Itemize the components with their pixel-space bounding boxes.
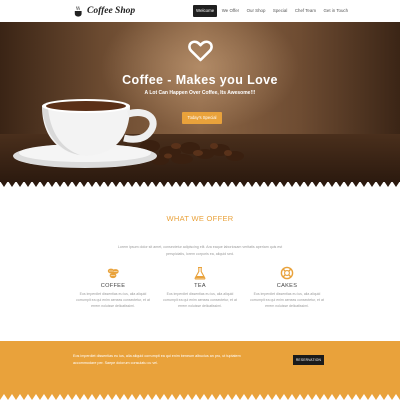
reservation-band-text: Eos imperdiet dissentias eu ius, alia al…	[73, 354, 241, 365]
feature-text-tea: Eos imperdiet dissentias eu ius, alia al…	[163, 292, 237, 308]
band-zigzag-divider	[0, 394, 400, 400]
navbar: Coffee Shop Welcome We Offer Our Shop Sp…	[0, 0, 400, 22]
flask-icon	[194, 266, 206, 280]
reservation-band: Eos imperdiet dissentias eu ius, alia al…	[0, 341, 400, 400]
nav-item-special[interactable]: Special	[270, 5, 290, 17]
feature-text-cakes: Eos imperdiet dissentias eu ius, alia al…	[250, 292, 324, 308]
feature-coffee: COFFEE Eos imperdiet dissentias eu ius, …	[75, 266, 151, 309]
feature-text-coffee: Eos imperdiet dissentias eu ius, alia al…	[76, 292, 150, 308]
coffee-cup-icon	[74, 5, 82, 17]
nav-item-get-in-touch[interactable]: Get in Touch	[320, 5, 351, 17]
offer-section-title: WHAT WE OFFER	[166, 214, 234, 223]
hero-section: Coffee - Makes you Love A Lot Can Happen…	[0, 22, 400, 182]
brand-name: Coffee Shop	[87, 6, 136, 16]
lifebuoy-icon	[280, 266, 294, 280]
main-nav: Welcome We Offer Our Shop Special Chef T…	[193, 5, 353, 17]
nav-item-welcome[interactable]: Welcome	[193, 5, 218, 17]
hero-zigzag-divider	[0, 181, 400, 187]
todays-special-button[interactable]: Today's Special	[182, 112, 222, 124]
nav-item-we-offer[interactable]: We Offer	[219, 5, 242, 17]
feature-cakes: CAKES Eos imperdiet dissentias eu ius, a…	[249, 266, 325, 309]
hero-title: Coffee - Makes you Love	[122, 73, 278, 87]
coffee-beans-icon	[107, 268, 119, 279]
nav-item-chef-team[interactable]: Chef Team	[292, 5, 319, 17]
brand-logo[interactable]: Coffee Shop	[74, 4, 135, 18]
feature-title-coffee: COFFEE	[100, 283, 126, 289]
hero-subtitle: A Lot Can Happen Over Coffee, Its Awesom…	[144, 90, 256, 96]
heart-icon	[188, 40, 213, 62]
nav-item-our-shop[interactable]: Our Shop	[244, 5, 269, 17]
feature-title-cakes: CAKES	[276, 283, 298, 289]
feature-title-tea: TEA	[194, 283, 206, 289]
offer-intro-text: Lorem ipsum dolor sit amet, consectetur …	[117, 245, 283, 256]
reservation-button[interactable]: RESERVATION	[293, 355, 324, 365]
feature-tea: TEA Eos imperdiet dissentias eu ius, ali…	[162, 266, 238, 309]
